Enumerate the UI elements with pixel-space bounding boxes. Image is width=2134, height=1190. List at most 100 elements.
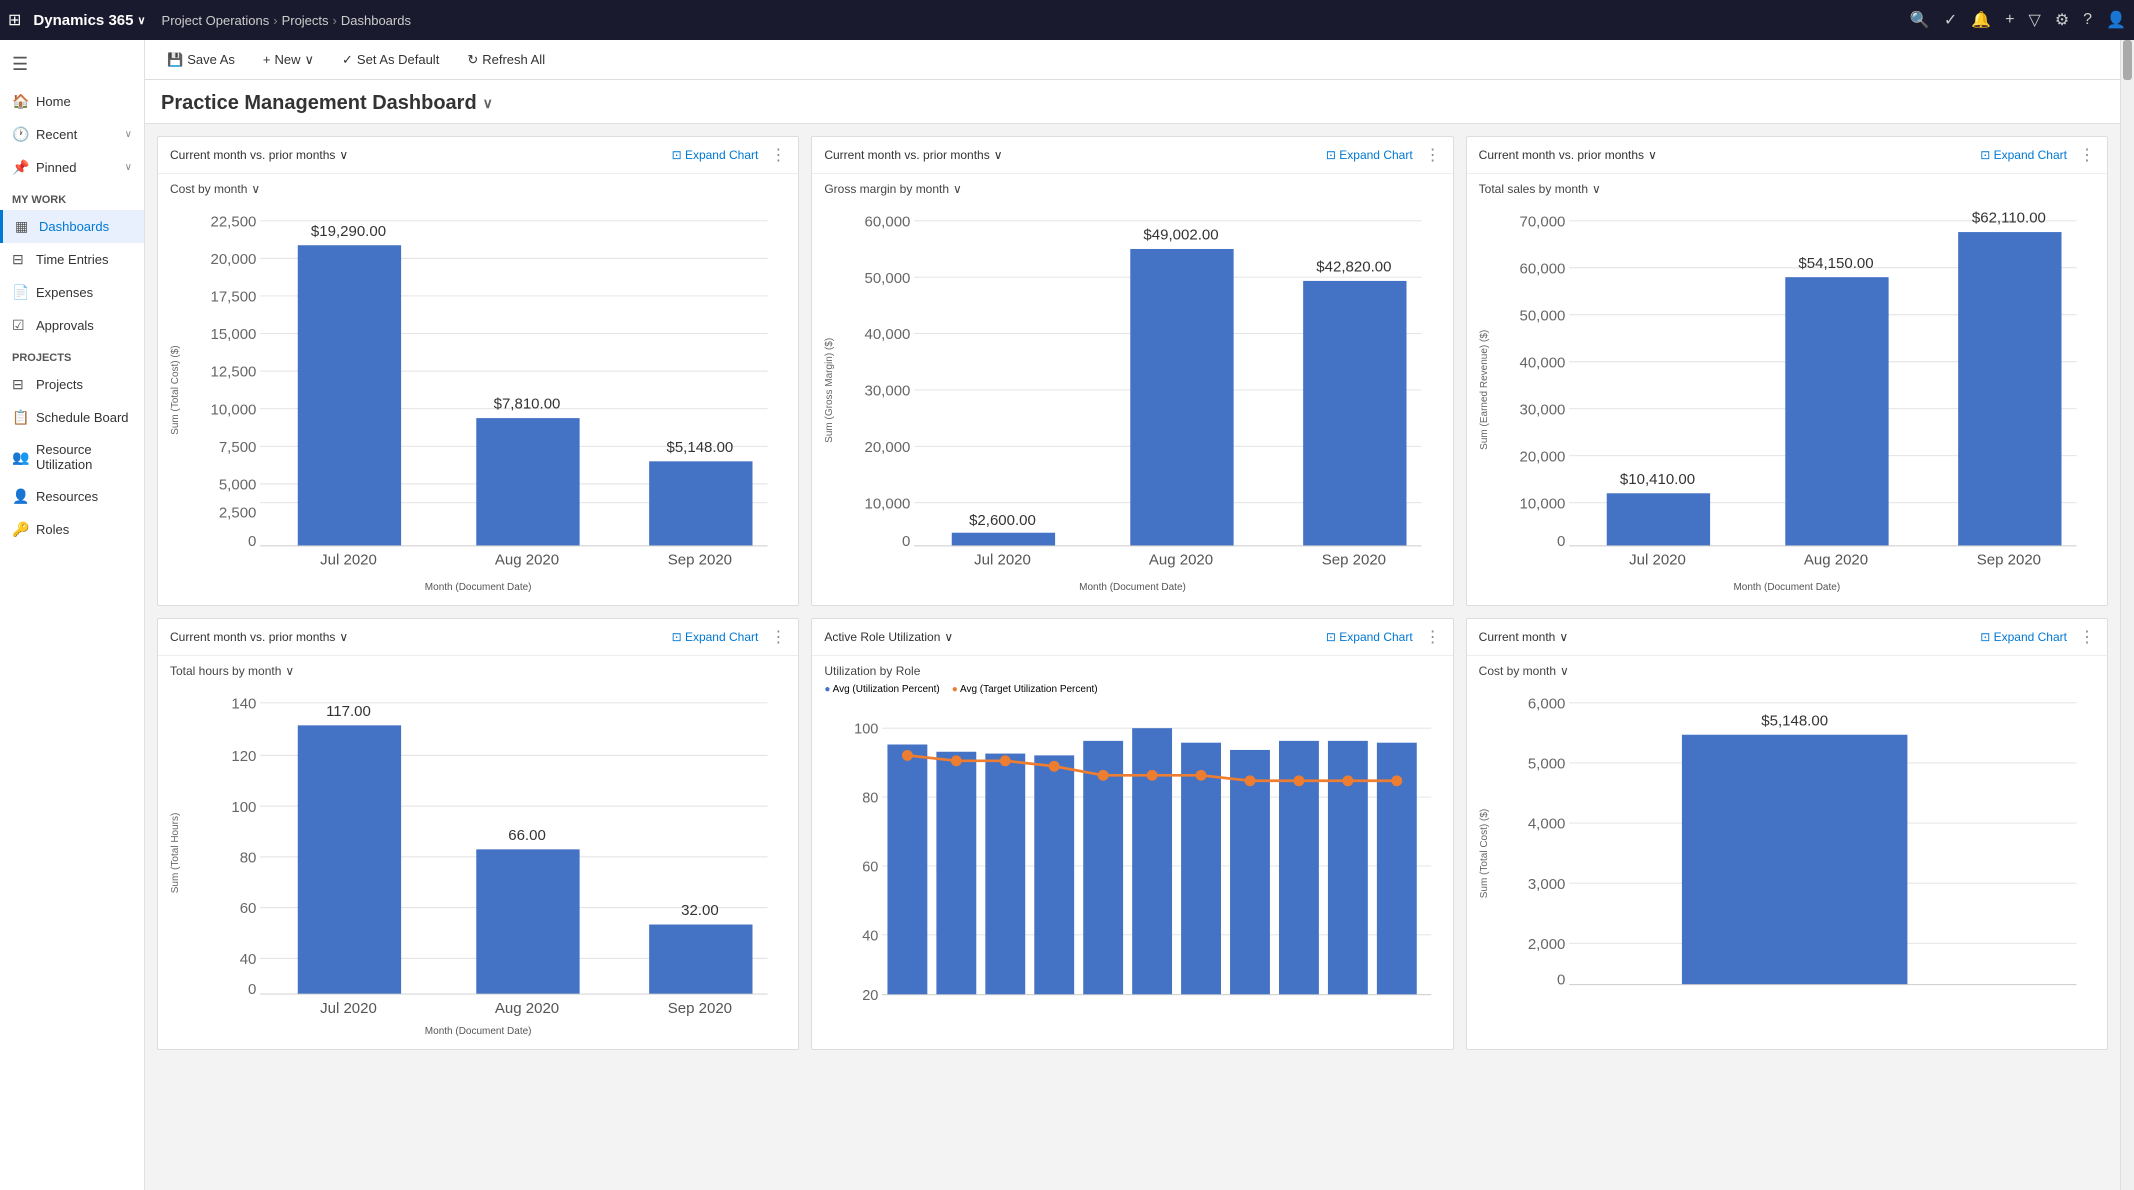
chart-subtitle-cc[interactable]: Cost by month ∨ bbox=[1479, 664, 2095, 678]
svg-text:$10,410.00: $10,410.00 bbox=[1620, 471, 1695, 488]
svg-text:Sep 2020: Sep 2020 bbox=[1322, 552, 1386, 569]
search-icon[interactable]: 🔍 bbox=[1910, 10, 1930, 30]
bar-sep-ts bbox=[1958, 232, 2061, 546]
sidebar-item-schedule-board[interactable]: 📋 Schedule Board bbox=[0, 401, 144, 434]
chart-subtitle-th[interactable]: Total hours by month ∨ bbox=[170, 664, 786, 678]
chart-subtitle-text-th: Total hours by month bbox=[170, 664, 281, 678]
user-icon[interactable]: 👤 bbox=[2106, 10, 2126, 30]
brand[interactable]: Dynamics 365 ∨ bbox=[33, 12, 145, 29]
chart-filter-th[interactable]: Current month vs. prior months ∨ bbox=[170, 630, 348, 644]
sidebar-item-roles[interactable]: 🔑 Roles bbox=[0, 513, 144, 546]
sidebar-item-home[interactable]: 🏠 Home bbox=[0, 85, 144, 118]
y-axis-th: Sum (Total Hours) bbox=[170, 684, 181, 1022]
scrollbar[interactable] bbox=[2120, 40, 2134, 1190]
svg-text:10,000: 10,000 bbox=[1519, 495, 1565, 512]
chart-filter-cost[interactable]: Current month vs. prior months ∨ bbox=[170, 148, 348, 162]
breadcrumb-item-2[interactable]: Projects bbox=[282, 13, 329, 28]
bell-icon[interactable]: 🔔 bbox=[1971, 10, 1991, 30]
scroll-thumb[interactable] bbox=[2123, 40, 2132, 80]
sidebar-item-projects[interactable]: ⊟ Projects bbox=[0, 368, 144, 401]
plus-icon[interactable]: + bbox=[2005, 11, 2014, 29]
sidebar-item-approvals[interactable]: ☑ Approvals bbox=[0, 309, 144, 342]
chart-filter-chevron-gm: ∨ bbox=[994, 148, 1003, 162]
chart-actions-cc: ⊡ Expand Chart ⋮ bbox=[1980, 627, 2095, 647]
gear-icon[interactable]: ⚙ bbox=[2055, 10, 2069, 30]
filter-icon[interactable]: ▽ bbox=[2029, 10, 2041, 30]
chart-filter-cc[interactable]: Current month ∨ bbox=[1479, 630, 1569, 644]
chart-filter-gm[interactable]: Current month vs. prior months ∨ bbox=[824, 148, 1002, 162]
bar-aug-ts bbox=[1785, 277, 1888, 546]
grid-icon[interactable]: ⊞ bbox=[8, 10, 21, 30]
svg-text:Sep 2020: Sep 2020 bbox=[668, 1000, 732, 1017]
chart-subtitle-gm[interactable]: Gross margin by month ∨ bbox=[824, 182, 1440, 196]
new-button[interactable]: + New ∨ bbox=[257, 48, 320, 72]
more-options-cost[interactable]: ⋮ bbox=[770, 145, 786, 165]
sidebar-item-recent[interactable]: 🕐 Recent ∨ bbox=[0, 118, 144, 151]
refresh-all-label: Refresh All bbox=[482, 52, 545, 67]
more-options-gm[interactable]: ⋮ bbox=[1425, 145, 1441, 165]
chart-filter-chevron-cost: ∨ bbox=[339, 148, 348, 162]
svg-text:30,000: 30,000 bbox=[865, 383, 911, 400]
svg-text:50,000: 50,000 bbox=[1519, 307, 1565, 324]
check-icon[interactable]: ✓ bbox=[1944, 10, 1957, 30]
svg-text:$49,002.00: $49,002.00 bbox=[1144, 227, 1219, 244]
chart-subtitle-ts[interactable]: Total sales by month ∨ bbox=[1479, 182, 2095, 196]
sidebar-item-expenses[interactable]: 📄 Expenses bbox=[0, 276, 144, 309]
chart-wrap-cc: Sum (Total Cost) ($) 6,000 5,000 4,000 3… bbox=[1479, 684, 2095, 1022]
resources-icon: 👤 bbox=[12, 488, 28, 505]
refresh-all-button[interactable]: ↻ Refresh All bbox=[461, 48, 551, 72]
sidebar-item-resource-utilization[interactable]: 👥 Resource Utilization bbox=[0, 434, 144, 480]
sidebar-dashboards-label: Dashboards bbox=[39, 219, 132, 234]
sidebar-item-resources[interactable]: 👤 Resources bbox=[0, 480, 144, 513]
chart-inner-th: Total hours by month ∨ Sum (Total Hours) bbox=[158, 656, 798, 1049]
chart-filter-ts[interactable]: Current month vs. prior months ∨ bbox=[1479, 148, 1657, 162]
expand-chart-th[interactable]: ⊡ Expand Chart bbox=[672, 630, 759, 644]
svg-text:20,000: 20,000 bbox=[210, 251, 256, 268]
expand-chart-gm[interactable]: ⊡ Expand Chart bbox=[1326, 148, 1413, 162]
svg-text:20,000: 20,000 bbox=[1519, 448, 1565, 465]
expand-chart-ts[interactable]: ⊡ Expand Chart bbox=[1980, 148, 2067, 162]
svg-text:40,000: 40,000 bbox=[865, 326, 911, 343]
chart-gross-margin: Current month vs. prior months ∨ ⊡ Expan… bbox=[811, 136, 1453, 606]
my-work-section: My Work bbox=[0, 184, 144, 210]
set-as-default-button[interactable]: ✓ Set As Default bbox=[336, 48, 445, 72]
svg-text:$62,110.00: $62,110.00 bbox=[1972, 210, 2046, 227]
hamburger-menu[interactable]: ☰ bbox=[0, 44, 144, 85]
svg-text:100: 100 bbox=[855, 721, 879, 737]
sidebar-item-dashboards[interactable]: ▦ Dashboards bbox=[0, 210, 144, 243]
page-title[interactable]: Practice Management Dashboard ∨ bbox=[161, 92, 2104, 115]
expand-chart-cost[interactable]: ⊡ Expand Chart bbox=[672, 148, 759, 162]
chart-total-sales: Current month vs. prior months ∨ ⊡ Expan… bbox=[1466, 136, 2108, 606]
bar-aug-gm bbox=[1131, 249, 1234, 546]
svg-text:6,000: 6,000 bbox=[1527, 695, 1565, 712]
toolbar: 💾 Save As + New ∨ ✓ Set As Default ↻ Ref… bbox=[145, 40, 2120, 80]
chart-filter-label-th: Current month vs. prior months bbox=[170, 630, 335, 644]
chart-subtitle-chevron-th: ∨ bbox=[285, 664, 294, 678]
chart-filter-chevron-cc: ∨ bbox=[1559, 630, 1568, 644]
save-as-button[interactable]: 💾 Save As bbox=[161, 48, 241, 72]
more-options-th[interactable]: ⋮ bbox=[770, 627, 786, 647]
chart-header-cost: Current month vs. prior months ∨ ⊡ Expan… bbox=[158, 137, 798, 174]
sidebar-item-time-entries[interactable]: ⊟ Time Entries bbox=[0, 243, 144, 276]
chart-actions-th: ⊡ Expand Chart ⋮ bbox=[672, 627, 787, 647]
more-options-ru[interactable]: ⋮ bbox=[1425, 627, 1441, 647]
expand-chart-ru[interactable]: ⊡ Expand Chart bbox=[1326, 630, 1413, 644]
set-default-label: Set As Default bbox=[357, 52, 439, 67]
svg-text:5,000: 5,000 bbox=[1527, 755, 1565, 772]
sidebar-resources-label: Resources bbox=[36, 489, 132, 504]
chart-filter-ru[interactable]: Active Role Utilization ∨ bbox=[824, 630, 953, 644]
more-options-ts[interactable]: ⋮ bbox=[2079, 145, 2095, 165]
breadcrumb-item-1[interactable]: Project Operations bbox=[162, 13, 270, 28]
y-axis-gm: Sum (Gross Margin) ($) bbox=[824, 202, 835, 578]
svg-text:10,000: 10,000 bbox=[210, 401, 256, 418]
help-icon[interactable]: ? bbox=[2083, 11, 2092, 29]
chart-subtitle-cost[interactable]: Cost by month ∨ bbox=[170, 182, 786, 196]
breadcrumb-item-3[interactable]: Dashboards bbox=[341, 13, 411, 28]
svg-text:50,000: 50,000 bbox=[865, 270, 911, 287]
more-options-cc[interactable]: ⋮ bbox=[2079, 627, 2095, 647]
expand-chart-cc[interactable]: ⊡ Expand Chart bbox=[1980, 630, 2067, 644]
svg-text:80: 80 bbox=[240, 849, 257, 866]
sidebar: ☰ 🏠 Home 🕐 Recent ∨ 📌 Pinned ∨ My Work ▦… bbox=[0, 40, 145, 1190]
svg-text:30,000: 30,000 bbox=[1519, 401, 1565, 418]
sidebar-item-pinned[interactable]: 📌 Pinned ∨ bbox=[0, 151, 144, 184]
